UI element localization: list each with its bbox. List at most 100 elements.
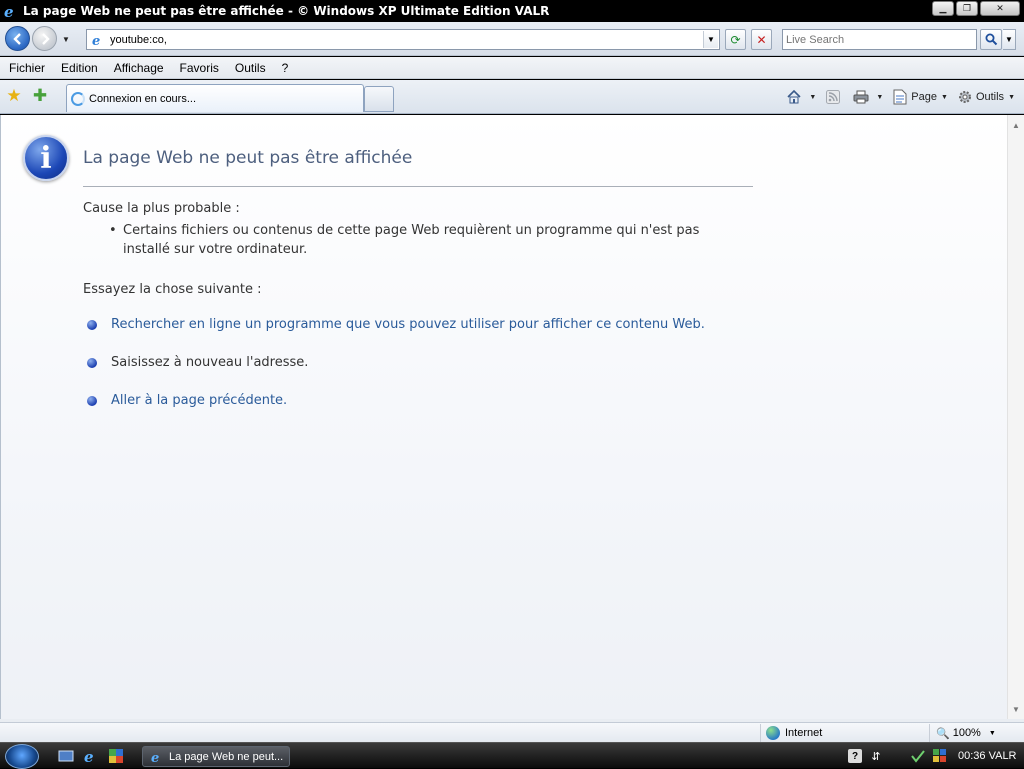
zoom-level: 100% [952,727,981,739]
menu-affichage[interactable]: Affichage [107,61,171,75]
cause-list: • Certains fichiers ou contenus de cette… [109,221,749,259]
feeds-button[interactable] [822,87,847,107]
stop-button[interactable]: ✕ [751,29,772,50]
cause-item: Certains fichiers ou contenus de cette p… [123,223,700,257]
search-button[interactable] [980,29,1002,50]
network-icon[interactable] [910,748,926,764]
taskbar: e e La page Web ne peut... ? ⇵ 00:36 VAL… [0,742,1024,769]
back-button[interactable] [5,26,30,51]
command-bar: ▼ ▼ Page ▼ Outils ▼ [783,86,1018,108]
zoom-magnifier-icon: 🔍 [936,727,950,740]
option-retype-address: Saisissez à nouveau l'adresse. [87,355,308,370]
url-input[interactable] [110,33,690,46]
svg-text:e: e [151,751,159,764]
home-button[interactable]: ▼ [783,87,819,107]
info-icon: i [23,135,69,181]
forward-arrow-icon [41,32,50,45]
page-content: i La page Web ne peut pas être affichée … [0,115,1007,719]
rss-feed-icon [825,89,841,105]
search-box[interactable] [782,29,977,50]
maximize-button[interactable]: ❐ [956,1,978,16]
option-search-online[interactable]: Rechercher en ligne un programme que vou… [87,317,705,332]
address-dropdown-button[interactable]: ▼ [703,31,718,48]
address-bar[interactable]: e ▼ [86,29,720,50]
start-button[interactable] [5,744,39,769]
windows-tray-icon[interactable] [932,748,948,764]
option-go-back[interactable]: Aller à la page précédente. [87,393,287,408]
back-arrow-icon [12,32,21,45]
try-heading: Essayez la chose suivante : [83,282,262,297]
tab-current[interactable]: Connexion en cours... [66,84,364,112]
tools-menu-button[interactable]: Outils ▼ [954,87,1018,107]
minimize-button[interactable]: ▁ [932,1,954,16]
home-dropdown-arrow[interactable]: ▼ [809,94,816,101]
print-dropdown-arrow[interactable]: ▼ [876,94,883,101]
status-bar: Internet 🔍 100% ▼ [0,722,1024,742]
search-input[interactable] [786,33,971,46]
help-icon[interactable]: ? [848,749,862,763]
window-title: La page Web ne peut pas être affichée - … [23,4,550,18]
blue-bullet-icon [87,319,97,330]
scroll-up-arrow-icon[interactable]: ▲ [1010,119,1022,131]
tools-dropdown-arrow: ▼ [1008,93,1015,101]
internet-explorer-quicklaunch-icon[interactable]: e [83,748,99,766]
gear-icon [957,89,973,105]
page-icon: e [90,32,106,48]
language-icon[interactable]: ⇵ [868,748,884,764]
menu-fichier[interactable]: Fichier [2,61,52,75]
search-options-dropdown[interactable]: ▼ [1003,29,1016,50]
printer-icon [853,89,869,105]
forward-button[interactable] [32,26,57,51]
svg-text:e: e [92,34,100,47]
tab-bar: ★ ✚ Connexion en cours... ▼ ▼ Page ▼ Out… [0,80,1024,114]
switch-windows-icon[interactable] [108,748,124,764]
page-icon [892,89,908,105]
page-menu-button[interactable]: Page ▼ [889,87,951,107]
new-tab-button[interactable] [364,86,394,112]
title-divider [83,186,753,187]
svg-text:e: e [4,3,14,19]
favorites-center-star-icon[interactable]: ★ [4,86,24,106]
menu-help[interactable]: ? [275,61,296,75]
recent-pages-dropdown[interactable]: ▼ [62,35,70,44]
option-retype-address-text: Saisissez à nouveau l'adresse. [111,355,309,370]
security-zone[interactable]: Internet [760,724,922,742]
add-to-favorites-icon[interactable]: ✚ [30,86,50,106]
zoom-control[interactable]: 🔍 100% ▼ [929,724,1009,742]
refresh-button[interactable]: ⟳ [725,29,746,50]
menu-favoris[interactable]: Favoris [173,61,226,75]
menu-outils[interactable]: Outils [228,61,273,75]
blue-bullet-icon [87,357,97,368]
blue-bullet-icon [87,395,97,406]
loading-spinner-icon [71,91,85,106]
option-go-back-link[interactable]: Aller à la page précédente. [111,393,287,408]
print-button[interactable]: ▼ [850,87,886,107]
window-titlebar[interactable]: e La page Web ne peut pas être affichée … [0,0,1024,22]
tools-menu-label: Outils [975,91,1005,103]
cause-heading: Cause la plus probable : [83,201,240,216]
page-dropdown-arrow: ▼ [941,93,948,101]
svg-text:e: e [84,748,94,764]
internet-explorer-icon: e [149,749,165,765]
zone-label: Internet [785,727,823,739]
address-toolbar: ▼ e ▼ ⟳ ✕ ▼ [0,22,1024,56]
tab-label: Connexion en cours... [89,92,197,105]
system-tray: ? ⇵ 00:36 VALR [848,746,1017,766]
scroll-down-arrow-icon[interactable]: ▼ [1010,703,1022,715]
clock[interactable]: 00:36 VALR [958,750,1017,762]
bullet-dot: • [109,223,117,238]
taskbar-window-button[interactable]: e La page Web ne peut... [142,746,290,767]
page-menu-label: Page [911,91,937,103]
home-icon [786,89,802,105]
menu-bar: Fichier Edition Affichage Favoris Outils… [0,57,1024,79]
show-desktop-icon[interactable] [58,748,74,764]
internet-explorer-icon: e [2,2,20,20]
taskbar-window-label: La page Web ne peut... [169,750,284,763]
vertical-scrollbar[interactable]: ▲ ▼ [1007,115,1024,719]
error-title: La page Web ne peut pas être affichée [83,148,413,168]
globe-icon [766,726,780,740]
menu-edition[interactable]: Edition [54,61,105,75]
zoom-dropdown-arrow: ▼ [988,729,996,737]
option-search-online-link[interactable]: Rechercher en ligne un programme que vou… [111,317,705,332]
close-button[interactable]: ✕ [980,1,1020,16]
